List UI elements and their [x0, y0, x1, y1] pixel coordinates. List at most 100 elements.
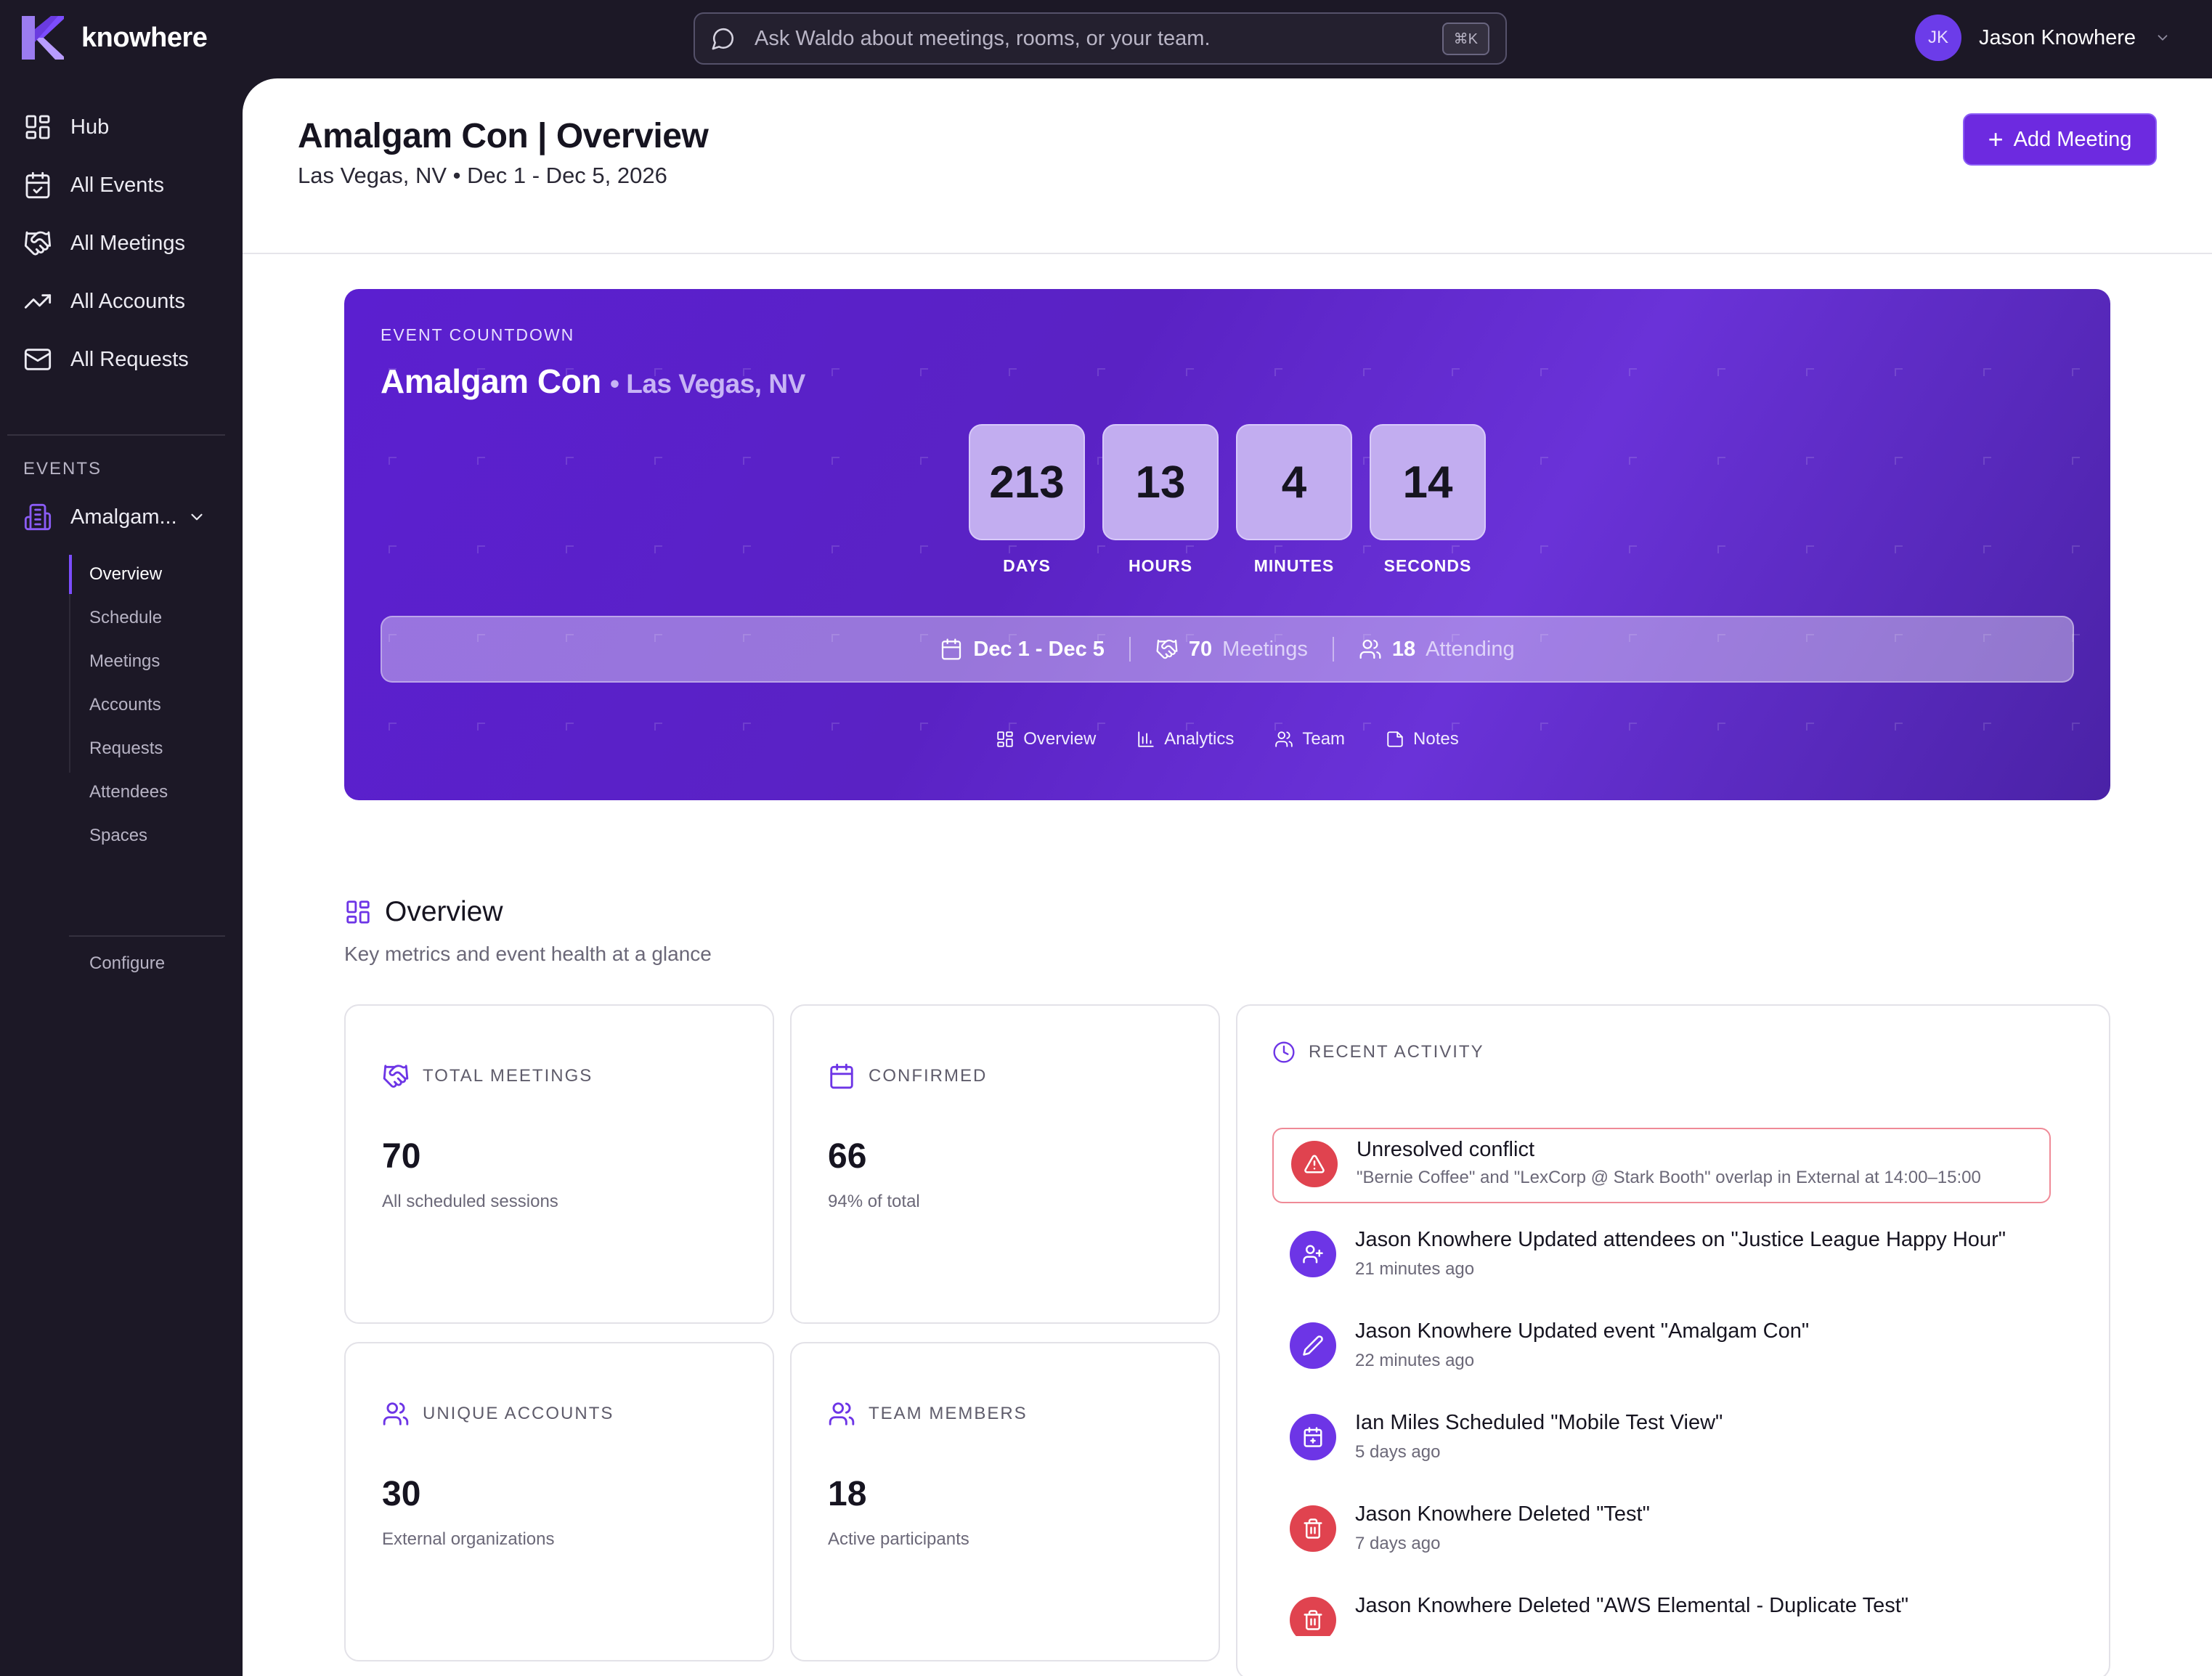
calendar-plus-icon	[1304, 1427, 1322, 1447]
activity-action: Deleted "AWS Elemental - Duplicate Test"	[1512, 1594, 1909, 1617]
add-meeting-button[interactable]: + Add Meeting	[1963, 113, 2157, 166]
card-subtitle: 94% of total	[828, 1192, 920, 1211]
activity-item[interactable]: Jason Knowhere Deleted "AWS Elemental - …	[1272, 1585, 2051, 1636]
activity-item-conflict[interactable]: Unresolved conflict "Bernie Coffee" and …	[1272, 1128, 2051, 1203]
activity-item[interactable]: Jason Knowhere Updated event "Amalgam Co…	[1272, 1311, 2051, 1386]
countdown-label: HOURS	[1128, 556, 1193, 575]
sidebar-item-hub[interactable]: Hub	[23, 109, 109, 145]
sidebar-item-all-events[interactable]: All Events	[23, 167, 164, 203]
trash-icon	[1304, 1610, 1322, 1630]
activity-text: Ian Miles Scheduled "Mobile Test View" 5…	[1355, 1411, 1723, 1463]
metric-card-confirmed: CONFIRMED 66 94% of total	[790, 1004, 1220, 1324]
activity-item[interactable]: Jason Knowhere Deleted "Test" 7 days ago	[1272, 1494, 2051, 1569]
sidebar-item-all-requests[interactable]: All Requests	[23, 341, 189, 378]
hero-location: • Las Vegas, NV	[610, 369, 805, 399]
activity-meta: 22 minutes ago	[1355, 1351, 1475, 1370]
search-bar[interactable]: Ask Waldo about meetings, rooms, or your…	[694, 12, 1507, 65]
activity-actor: Jason Knowhere	[1355, 1594, 1513, 1617]
search-placeholder: Ask Waldo about meetings, rooms, or your…	[755, 26, 1211, 50]
tab-label: Overview	[1023, 729, 1097, 749]
card-header: TOTAL MEETINGS	[382, 1062, 593, 1090]
card-title: TOTAL MEETINGS	[423, 1066, 593, 1086]
subnav-configure[interactable]: Configure	[69, 944, 225, 983]
sidebar-item-label: All Meetings	[70, 231, 185, 255]
activity-icon	[1291, 1141, 1338, 1187]
sidebar: Hub All Events All Meetings All Accounts…	[0, 78, 243, 1676]
activity-title: RECENT ACTIVITY	[1309, 1042, 1484, 1062]
page-title: Amalgam Con | Overview	[298, 117, 709, 155]
hero-eyebrow: EVENT COUNTDOWN	[381, 325, 575, 344]
countdown-label: MINUTES	[1253, 556, 1335, 575]
card-title: UNIQUE ACCOUNTS	[423, 1404, 614, 1423]
knowhere-logo-icon	[22, 16, 64, 60]
activity-list: Unresolved conflict "Bernie Coffee" and …	[1272, 1128, 2057, 1636]
card-title: CONFIRMED	[869, 1066, 988, 1086]
brand[interactable]: knowhere	[22, 16, 208, 60]
subnav-requests[interactable]: Requests	[69, 729, 225, 768]
section-subtitle: Key metrics and event health at a glance	[344, 943, 712, 965]
tab-notes[interactable]: Notes	[1386, 729, 1459, 749]
card-value: 66	[828, 1137, 867, 1176]
sidebar-item-all-meetings[interactable]: All Meetings	[23, 225, 185, 261]
activity-meta: 7 days ago	[1355, 1534, 1441, 1553]
main-content: Amalgam Con | Overview Las Vegas, NV • D…	[243, 78, 2212, 1676]
activity-main: Jason Knowhere Updated event "Amalgam Co…	[1355, 1319, 1809, 1343]
activity-header: RECENT ACTIVITY	[1272, 1041, 1484, 1064]
avatar: JK	[1915, 15, 1961, 61]
stat-attending-count: 18	[1391, 637, 1416, 661]
search-shortcut-badge: ⌘K	[1442, 22, 1489, 55]
subnav-spaces[interactable]: Spaces	[69, 816, 225, 855]
subnav-attendees[interactable]: Attendees	[69, 773, 225, 812]
section-title: Overview	[385, 896, 503, 927]
hero-tabs: Overview Analytics Team Notes	[344, 729, 2110, 749]
card-title: TEAM MEMBERS	[869, 1404, 1028, 1423]
activity-action: Updated event "Amalgam Con"	[1512, 1319, 1810, 1343]
chevron-down-icon	[2158, 35, 2168, 41]
stat-dates: Dec 1 - Dec 5	[940, 638, 1105, 662]
grid-icon	[346, 900, 370, 924]
activity-item[interactable]: Jason Knowhere Updated attendees on "Jus…	[1272, 1219, 2051, 1295]
sidebar-item-label: All Events	[70, 173, 164, 197]
tab-team[interactable]: Team	[1274, 729, 1345, 749]
users-icon	[829, 1402, 855, 1425]
countdown-days: 213 DAYS	[969, 424, 1085, 576]
user-name: Jason Knowhere	[1979, 25, 2136, 49]
activity-action: Updated attendees on "Justice League Hap…	[1512, 1228, 2006, 1251]
tab-overview[interactable]: Overview	[996, 729, 1096, 749]
subnav-meetings[interactable]: Meetings	[69, 642, 225, 681]
metric-card-unique-accounts: UNIQUE ACCOUNTS 30 External organization…	[344, 1342, 774, 1661]
activity-actor: Jason Knowhere	[1355, 1228, 1513, 1251]
handshake-icon	[24, 231, 52, 256]
activity-main: Jason Knowhere Deleted "AWS Elemental - …	[1355, 1594, 1908, 1618]
user-menu[interactable]: JK Jason Knowhere	[1915, 15, 2171, 61]
chevron-down-icon	[191, 513, 203, 521]
activity-meta: 5 days ago	[1355, 1442, 1441, 1462]
hero-event-name: Amalgam Con	[381, 362, 601, 400]
countdown-value: 4	[1236, 424, 1352, 540]
card-subtitle: All scheduled sessions	[382, 1192, 558, 1211]
tab-analytics[interactable]: Analytics	[1137, 729, 1234, 749]
subnav-accounts[interactable]: Accounts	[69, 686, 225, 725]
metric-card-team-members: TEAM MEMBERS 18 Active participants	[790, 1342, 1220, 1661]
sidebar-event-amalgam[interactable]: Amalgam...	[23, 503, 206, 532]
stat-separator	[1332, 637, 1334, 662]
card-header: UNIQUE ACCOUNTS	[382, 1400, 614, 1428]
subnav-schedule[interactable]: Schedule	[69, 598, 225, 638]
activity-text: Unresolved conflict "Bernie Coffee" and …	[1357, 1138, 1981, 1188]
handshake-icon	[1156, 639, 1178, 659]
activity-actor: Jason Knowhere	[1355, 1319, 1513, 1343]
event-name: Amalgam...	[70, 505, 177, 529]
activity-item[interactable]: Ian Miles Scheduled "Mobile Test View" 5…	[1272, 1402, 2051, 1478]
countdown-label: DAYS	[1003, 556, 1051, 575]
sidebar-item-all-accounts[interactable]: All Accounts	[23, 283, 185, 320]
activity-text: Jason Knowhere Updated attendees on "Jus…	[1355, 1228, 2006, 1280]
calendar-icon	[25, 171, 50, 199]
countdown-value: 14	[1370, 424, 1486, 540]
activity-text: Jason Knowhere Deleted "Test" 7 days ago	[1355, 1502, 1650, 1554]
users-icon	[1275, 731, 1293, 747]
card-header: CONFIRMED	[828, 1062, 987, 1090]
building-icon	[24, 503, 52, 531]
subnav-overview[interactable]: Overview	[69, 555, 225, 594]
activity-icon	[1290, 1322, 1336, 1369]
users-icon	[1359, 639, 1381, 659]
